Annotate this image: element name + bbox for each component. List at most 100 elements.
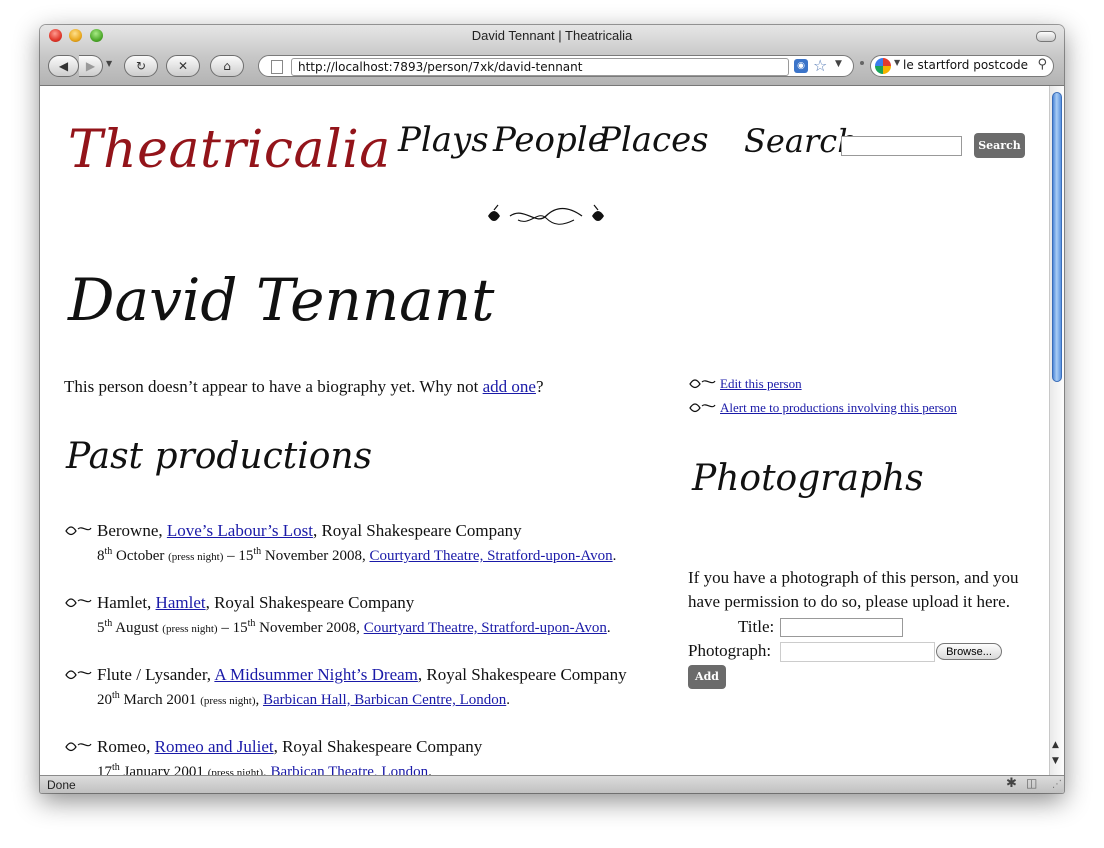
forward-arrow-icon: ▶ bbox=[85, 59, 96, 73]
start-month: January 2001 bbox=[119, 764, 208, 775]
start-day: 20 bbox=[97, 692, 112, 708]
address-bar[interactable]: http://localhost:7893/person/7xk/david-t… bbox=[258, 55, 854, 77]
alert-item: Alert me to productions involving this p… bbox=[688, 400, 1028, 424]
production-item: Hamlet, Hamlet, Royal Shakespeare Compan… bbox=[64, 593, 704, 665]
vertical-scrollbar[interactable]: ▲ ▼ bbox=[1049, 86, 1064, 775]
play-link[interactable]: A Midsummer Night’s Dream bbox=[214, 665, 418, 684]
start-day: 8 bbox=[97, 548, 105, 564]
twitter-icon[interactable]: ◫ bbox=[1026, 776, 1037, 790]
nav-people-link[interactable]: People bbox=[493, 120, 608, 160]
search-engine-dropdown-icon[interactable]: ▼ bbox=[894, 58, 900, 67]
start-day: 17 bbox=[97, 764, 112, 775]
press-night-note: (press night) bbox=[200, 695, 256, 707]
role: Berowne, bbox=[97, 521, 167, 540]
press-night-note: (press night) bbox=[168, 551, 224, 563]
production-item: Romeo, Romeo and Juliet, Royal Shakespea… bbox=[64, 737, 704, 775]
reload-icon: ↻ bbox=[135, 59, 147, 73]
line-end: . bbox=[428, 764, 432, 775]
end-suffix: th bbox=[253, 546, 262, 557]
bio-text: This person doesn’t appear to have a bio… bbox=[64, 377, 483, 396]
leaf-bullet-icon bbox=[65, 598, 92, 608]
history-dropdown-icon[interactable]: ▼ bbox=[106, 59, 112, 68]
site-logo[interactable]: Theatricalia bbox=[68, 120, 391, 180]
nav-plays-link[interactable]: Plays bbox=[398, 120, 489, 160]
url-input[interactable]: http://localhost:7893/person/7xk/david-t… bbox=[291, 58, 789, 76]
bio-end: ? bbox=[535, 377, 544, 396]
bookmark-star-icon[interactable]: ☆ bbox=[813, 56, 827, 75]
press-night-note: (press night) bbox=[207, 767, 263, 775]
role: Flute / Lysander, bbox=[97, 665, 215, 684]
status-bar: Done ✱ ◫ ⋰ bbox=[40, 775, 1064, 793]
browser-window: David Tennant | Theatricalia ◀ ▶ ▼ ↻ ✕ ⌂… bbox=[40, 25, 1064, 793]
leaf-bullet-icon bbox=[65, 526, 92, 536]
magnifier-icon[interactable]: ⚲ bbox=[1037, 57, 1047, 72]
rss-feed-icon[interactable]: ◉ bbox=[794, 59, 808, 73]
start-month: October bbox=[112, 548, 169, 564]
end-month: , bbox=[255, 692, 263, 708]
company: , Royal Shakespeare Company bbox=[312, 521, 522, 540]
site-search-input[interactable] bbox=[841, 136, 962, 156]
production-item: Berowne, Love’s Labour’s Lost, Royal Sha… bbox=[64, 521, 704, 593]
page-icon bbox=[271, 60, 283, 74]
browser-titlebar: David Tennant | Theatricalia ◀ ▶ ▼ ↻ ✕ ⌂… bbox=[40, 25, 1064, 86]
past-productions-heading: Past productions bbox=[66, 436, 373, 477]
play-link[interactable]: Romeo and Juliet bbox=[155, 737, 274, 756]
alert-productions-link[interactable]: Alert me to productions involving this p… bbox=[720, 400, 957, 415]
browser-search-box[interactable]: ▼ le startford postcode ⚲ bbox=[870, 55, 1054, 77]
google-icon[interactable] bbox=[875, 58, 891, 74]
line-end: . bbox=[612, 548, 617, 564]
line-end: . bbox=[606, 620, 611, 636]
start-suffix: th bbox=[112, 762, 120, 773]
toolbar-toggle-button[interactable] bbox=[1036, 31, 1056, 42]
browser-search-input[interactable]: le startford postcode bbox=[903, 58, 1033, 72]
role: Hamlet, bbox=[97, 593, 156, 612]
home-button[interactable]: ⌂ bbox=[210, 55, 244, 77]
photographs-heading: Photographs bbox=[692, 458, 924, 499]
nav-places-link[interactable]: Places bbox=[598, 120, 709, 160]
production-item: Flute / Lysander, A Midsummer Night’s Dr… bbox=[64, 665, 704, 737]
resize-grip-icon[interactable]: ⋰ bbox=[1052, 779, 1062, 790]
photograph-label: Photograph: bbox=[688, 641, 772, 660]
home-icon: ⌂ bbox=[223, 59, 231, 73]
edit-person-link[interactable]: Edit this person bbox=[720, 376, 802, 391]
play-link[interactable]: Love’s Labour’s Lost bbox=[167, 521, 313, 540]
start-suffix: th bbox=[112, 690, 120, 701]
play-link[interactable]: Hamlet bbox=[156, 593, 206, 612]
venue-link[interactable]: Barbican Hall, Barbican Centre, London bbox=[263, 692, 506, 708]
scroll-down-arrow-icon[interactable]: ▼ bbox=[1052, 756, 1059, 766]
back-arrow-icon: ◀ bbox=[58, 59, 69, 73]
back-button[interactable]: ◀ bbox=[48, 55, 79, 77]
person-name-heading: David Tennant bbox=[68, 266, 495, 334]
stop-button[interactable]: ✕ bbox=[166, 55, 200, 77]
company: , Royal Shakespeare Company bbox=[417, 665, 627, 684]
leaf-bullet-icon bbox=[65, 742, 92, 752]
press-night-note: (press night) bbox=[162, 623, 218, 635]
venue-link[interactable]: Barbican Theatre, London bbox=[270, 764, 428, 775]
scrollbar-thumb[interactable] bbox=[1052, 92, 1062, 382]
stop-icon: ✕ bbox=[177, 59, 189, 73]
date-dash: – bbox=[223, 548, 239, 564]
firebug-icon[interactable]: ✱ bbox=[1006, 776, 1017, 791]
productions-list: Berowne, Love’s Labour’s Lost, Royal Sha… bbox=[64, 521, 704, 775]
add-photo-button[interactable]: Add bbox=[688, 665, 726, 689]
forward-button[interactable]: ▶ bbox=[79, 55, 103, 77]
site-search-button[interactable]: Search bbox=[974, 133, 1025, 158]
person-actions: Edit this person Alert me to productions… bbox=[688, 376, 1028, 424]
company: , Royal Shakespeare Company bbox=[273, 737, 483, 756]
flourish-ornament-icon bbox=[488, 204, 604, 225]
end-month: November 2008, bbox=[261, 548, 370, 564]
url-dropdown-icon[interactable]: ▼ bbox=[835, 59, 842, 69]
add-biography-link[interactable]: add one bbox=[483, 377, 536, 396]
toolbar-resize-handle[interactable] bbox=[860, 61, 864, 65]
scroll-up-arrow-icon[interactable]: ▲ bbox=[1052, 740, 1059, 750]
reload-button[interactable]: ↻ bbox=[124, 55, 158, 77]
venue-link[interactable]: Courtyard Theatre, Stratford-upon-Avon bbox=[369, 548, 612, 564]
biography-text: This person doesn’t appear to have a bio… bbox=[64, 377, 664, 397]
photo-title-input[interactable] bbox=[780, 618, 903, 637]
browse-button[interactable]: Browse... bbox=[936, 643, 1002, 660]
title-label: Title: bbox=[738, 617, 775, 636]
line-end: . bbox=[506, 692, 510, 708]
venue-link[interactable]: Courtyard Theatre, Stratford-upon-Avon bbox=[364, 620, 607, 636]
end-day: 15 bbox=[232, 620, 248, 636]
photograph-file-input[interactable] bbox=[780, 642, 935, 662]
